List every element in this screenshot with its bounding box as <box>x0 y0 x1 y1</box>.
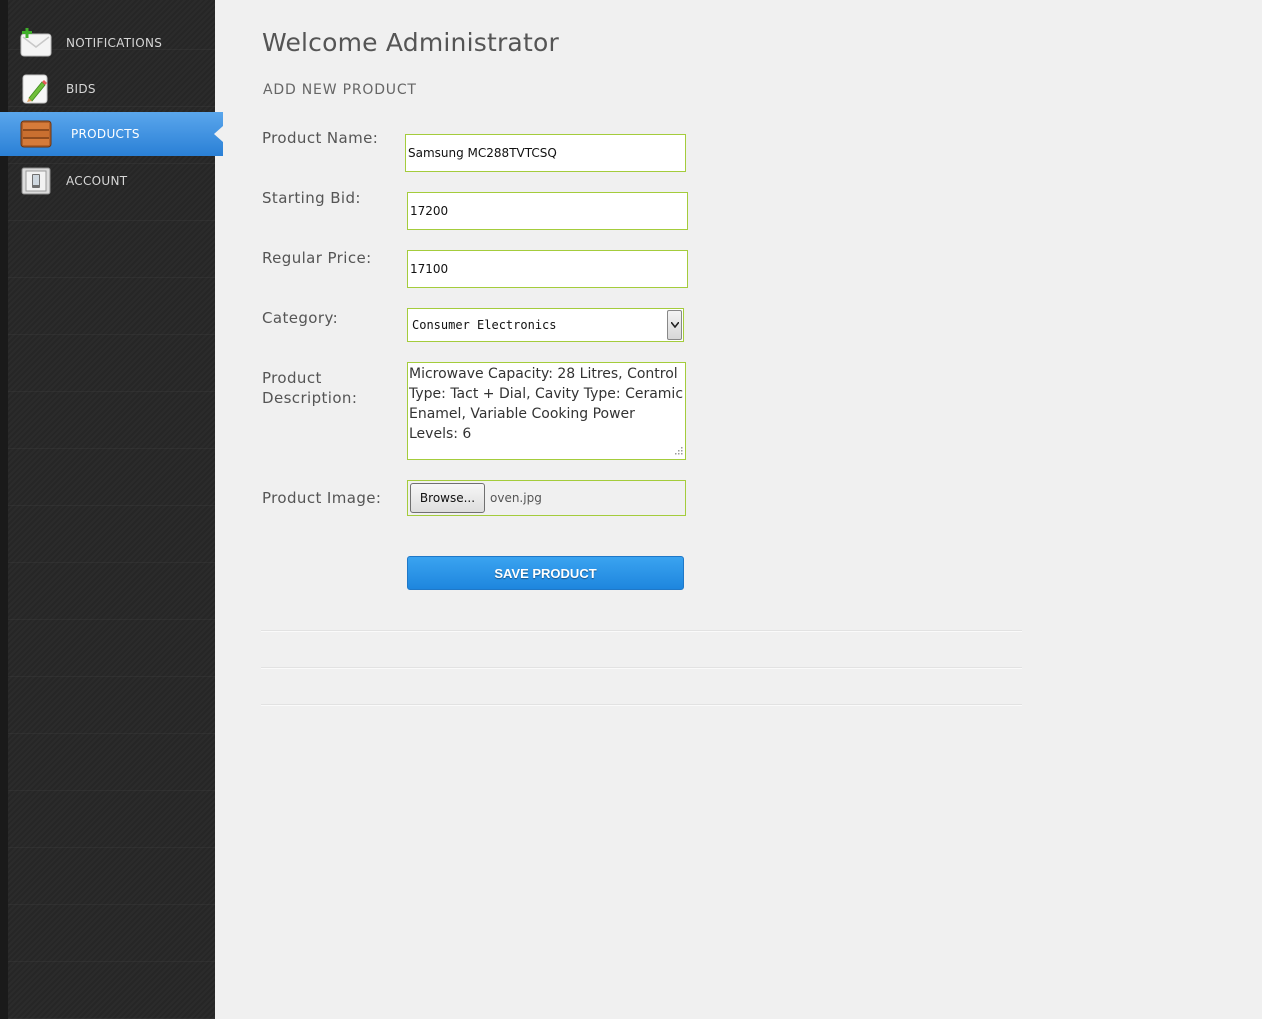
browse-button[interactable]: Browse... <box>410 483 485 513</box>
section-title: ADD NEW PRODUCT <box>263 82 417 98</box>
product-image-label: Product Image: <box>262 489 382 507</box>
chevron-down-icon[interactable] <box>667 310 682 340</box>
save-product-button[interactable]: SAVE PRODUCT <box>407 556 684 590</box>
resize-grip-icon[interactable] <box>672 446 684 458</box>
sidebar-item-label: ACCOUNT <box>66 174 128 188</box>
sidebar-item-label: NOTIFICATIONS <box>66 36 163 50</box>
divider <box>261 630 1022 632</box>
crate-icon <box>20 119 52 149</box>
sidebar: NOTIFICATIONS BIDS PRODUCTS ACCOUNT <box>0 0 223 1019</box>
sidebar-item-label: PRODUCTS <box>71 127 140 141</box>
category-selected-value: Consumer Electronics <box>412 318 557 332</box>
product-name-label: Product Name: <box>262 129 379 147</box>
pencil-note-icon <box>20 74 52 104</box>
phone-icon <box>20 166 52 196</box>
sidebar-item-products[interactable]: PRODUCTS <box>0 112 223 156</box>
product-description-textarea[interactable]: Microwave Capacity: 28 Litres, Control T… <box>407 362 686 460</box>
category-label: Category: <box>262 309 339 327</box>
starting-bid-input[interactable] <box>407 192 688 230</box>
selected-file-name: oven.jpg <box>490 491 542 505</box>
regular-price-label: Regular Price: <box>262 249 372 267</box>
product-description-label: Product Description: <box>262 368 397 408</box>
product-image-file-input[interactable]: Browse... oven.jpg <box>407 480 686 516</box>
divider <box>261 667 1022 669</box>
sidebar-item-account[interactable]: ACCOUNT <box>0 159 223 203</box>
divider <box>261 704 1022 706</box>
product-name-input[interactable] <box>405 134 686 172</box>
envelope-add-icon <box>20 28 52 58</box>
product-description-label-line1: Product <box>262 369 322 387</box>
sidebar-item-notifications[interactable]: NOTIFICATIONS <box>0 21 223 65</box>
page-title: Welcome Administrator <box>262 28 559 57</box>
regular-price-input[interactable] <box>407 250 688 288</box>
product-description-label-line2: Description: <box>262 389 358 407</box>
sidebar-item-label: BIDS <box>66 82 96 96</box>
category-select[interactable]: Consumer Electronics <box>407 308 684 342</box>
starting-bid-label: Starting Bid: <box>262 189 361 207</box>
sidebar-item-bids[interactable]: BIDS <box>0 67 223 111</box>
